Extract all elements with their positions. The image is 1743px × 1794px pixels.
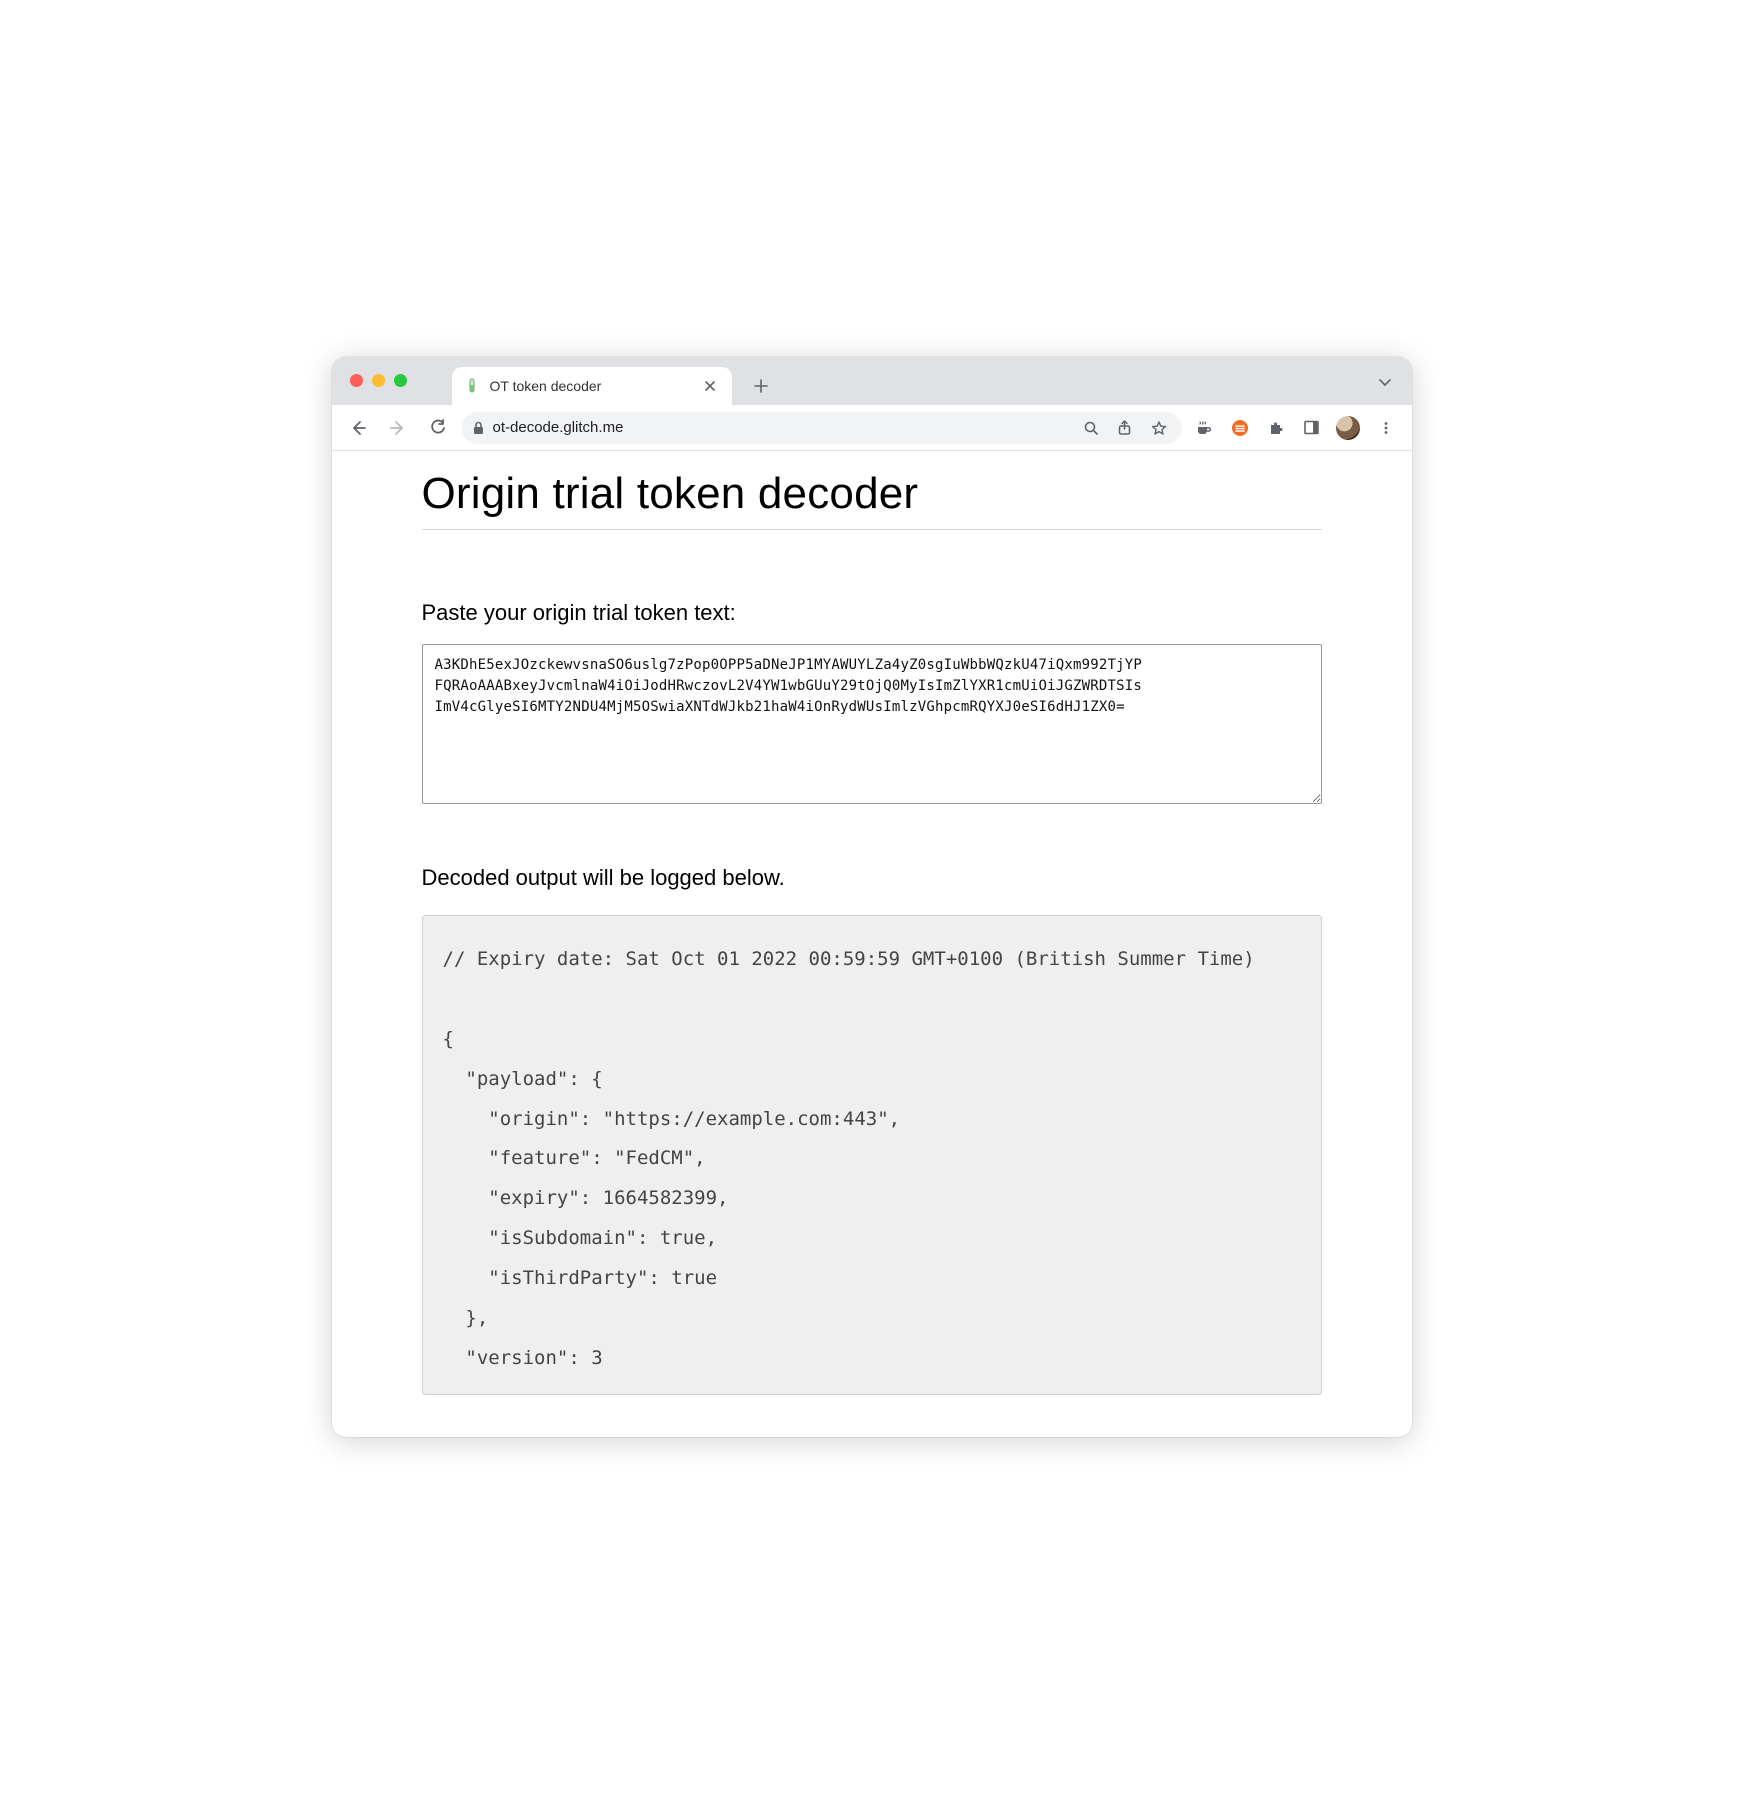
decoded-output: // Expiry date: Sat Oct 01 2022 00:59:59… (422, 915, 1322, 1395)
profile-avatar[interactable] (1334, 416, 1362, 440)
paste-label: Paste your origin trial token text: (422, 600, 1322, 626)
output-label: Decoded output will be logged below. (422, 865, 1322, 891)
page-content: Origin trial token decoder Paste your or… (332, 451, 1412, 1437)
chrome-menu-button[interactable] (1370, 412, 1402, 444)
url-text: ot-decode.glitch.me (493, 419, 1070, 436)
address-bar[interactable]: ot-decode.glitch.me (462, 412, 1182, 444)
extensions-puzzle-icon[interactable] (1262, 419, 1290, 437)
side-panel-icon[interactable] (1298, 419, 1326, 436)
maximize-window-button[interactable] (394, 374, 407, 387)
forward-button[interactable] (382, 412, 414, 444)
divider (422, 529, 1322, 530)
orange-extension-icon[interactable] (1226, 418, 1254, 438)
page-title: Origin trial token decoder (422, 469, 1322, 519)
search-icon[interactable] (1078, 420, 1104, 436)
test-tube-icon (464, 378, 480, 394)
window-controls (350, 374, 407, 387)
share-icon[interactable] (1112, 420, 1138, 436)
close-tab-button[interactable] (700, 378, 720, 394)
tab-overflow-button[interactable] (1368, 365, 1402, 399)
close-window-button[interactable] (350, 374, 363, 387)
tab-strip: OT token decoder (332, 357, 1412, 405)
back-button[interactable] (342, 412, 374, 444)
tab-title: OT token decoder (490, 378, 602, 394)
new-tab-button[interactable] (746, 371, 776, 401)
browser-window: OT token decoder (332, 357, 1412, 1437)
reload-button[interactable] (422, 412, 454, 444)
token-textarea[interactable] (422, 644, 1322, 804)
lock-icon (472, 421, 485, 435)
coffee-extension-icon[interactable] (1190, 418, 1218, 438)
minimize-window-button[interactable] (372, 374, 385, 387)
browser-tab[interactable]: OT token decoder (452, 367, 732, 405)
browser-toolbar: ot-decode.glitch.me (332, 405, 1412, 451)
bookmark-star-icon[interactable] (1146, 420, 1172, 436)
